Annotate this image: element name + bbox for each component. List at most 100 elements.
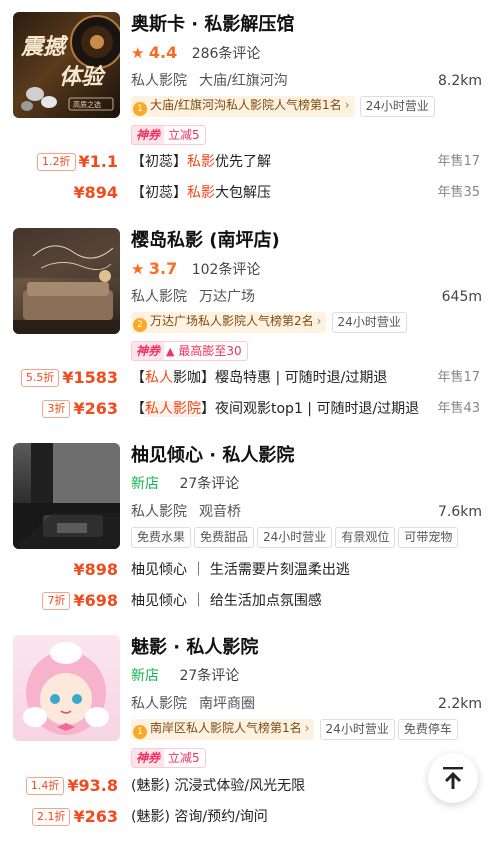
deal-row[interactable]: ¥894 【初蕊】私影大包解压 年售35 [0, 181, 494, 205]
thumb-text-3: 高质之选 [73, 100, 101, 109]
review-count[interactable]: 286条评论 [192, 46, 261, 62]
shop-category: 私人影院 [131, 73, 187, 89]
shop-area: 万达广场 [199, 289, 255, 305]
rank-badge[interactable]: 1 南岸区私人影院人气榜第1名 › [131, 719, 315, 740]
review-count[interactable]: 27条评论 [179, 668, 239, 684]
deal-price: ¥1.1 [78, 152, 118, 171]
discount-badge: 7折 [42, 592, 71, 610]
rating-row: ★ 3.7 102条评论 [131, 258, 260, 280]
deal-row[interactable]: 5.5折 ¥1583 【私人影咖】樱岛特惠 | 可随时退/过期退 年售17 [0, 366, 494, 390]
promo-row: 神券 ▲ 最高膨至30 [131, 341, 248, 361]
thumbnail-art [13, 443, 120, 549]
deal-row[interactable]: 1.4折 ¥93.8 (魅影) 沉浸式体验/风光无限 [0, 774, 494, 798]
thumbnail-art [23, 642, 109, 735]
shop-name[interactable]: 奥斯卡 · 私影解压馆 [131, 12, 482, 38]
promo-row: 神券 立减5 [131, 748, 206, 768]
thumbnail-art [13, 228, 120, 334]
shop-thumbnail[interactable] [13, 228, 120, 334]
review-count[interactable]: 102条评论 [192, 262, 261, 278]
shop-thumbnail[interactable] [13, 635, 120, 741]
shop-area: 观音桥 [199, 504, 241, 520]
rank-badge[interactable]: 1 大庙/红旗河沟私人影院人气榜第1名 › [131, 96, 355, 117]
coupon-badge[interactable]: 神券 立减5 [131, 748, 206, 768]
shop-distance: 645m [441, 289, 482, 305]
rank-text: 大庙/红旗河沟私人影院人气榜第1名 [150, 98, 342, 112]
shop-meta: 私人影院 南坪商圈 2.2km [131, 693, 482, 715]
annual-sales: 年售35 [437, 185, 480, 200]
deal-price: ¥93.8 [67, 776, 118, 795]
shop-tags: 1 大庙/红旗河沟私人影院人气榜第1名 › 24小时营业 [131, 96, 486, 118]
coupon-badge[interactable]: 神券 ▲ 最高膨至30 [131, 341, 248, 361]
deal-price: ¥263 [73, 807, 118, 826]
new-shop-label: 新店 [131, 668, 159, 684]
shop-meta: 私人影院 大庙/红旗河沟 8.2km [131, 70, 482, 92]
review-count[interactable]: 27条评论 [179, 476, 239, 492]
deal-price: ¥898 [73, 560, 118, 579]
deal-row[interactable]: 1.2折 ¥1.1 【初蕊】私影优先了解 年售17 [0, 150, 494, 174]
deal-title: 柚见倾心 ｜ 生活需要片刻温柔出逃 [131, 562, 350, 578]
arrow-up-to-top-icon [443, 767, 463, 789]
deal-title: 【私人影咖】樱岛特惠 | 可随时退/过期退 [131, 370, 388, 386]
medal-icon: 1 [133, 102, 147, 116]
rank-text: 南岸区私人影院人气榜第1名 [150, 721, 302, 735]
medal-icon: 1 [133, 725, 147, 739]
rating-score: 4.4 [148, 43, 178, 62]
deal-row[interactable]: 3折 ¥263 【私人影院】夜间观影top1 | 可随时退/过期退 年售43 [0, 397, 494, 421]
deal-row[interactable]: 7折 ¥698 柚见倾心 ｜ 给生活加点氛围感 [0, 589, 494, 613]
thumb-text-2: 体验 [59, 64, 106, 90]
rating-row: ★ 4.4 286条评论 [131, 42, 260, 64]
feature-tag: 24小时营业 [257, 527, 333, 548]
coupon-value: 立减5 [168, 128, 200, 142]
feature-tag: 可带宠物 [398, 527, 459, 548]
shop-meta: 私人影院 观音桥 7.6km [131, 501, 482, 523]
back-to-top-button[interactable] [428, 753, 478, 803]
feature-tag: 24小时营业 [319, 719, 395, 740]
deal-price: ¥894 [73, 183, 118, 202]
deal-title: 柚见倾心 ｜ 给生活加点氛围感 [131, 593, 322, 609]
deal-title: 【初蕊】私影大包解压 [131, 185, 271, 201]
arrow-up-icon: ▲ [166, 345, 175, 358]
feature-tag: 免费甜品 [194, 527, 255, 548]
promo-row: 神券 立减5 [131, 125, 206, 145]
deal-title: (魅影) 咨询/预约/询问 [131, 809, 268, 825]
feature-tag: 24小时营业 [359, 96, 435, 117]
rating-row: 新店 27条评论 [131, 665, 239, 687]
rank-badge[interactable]: 2 万达广场私人影院人气榜第2名 › [131, 312, 327, 333]
shop-meta: 私人影院 万达广场 645m [131, 286, 482, 308]
feature-tag: 有景观位 [335, 527, 396, 548]
feature-tag: 免费停车 [397, 719, 458, 740]
shop-name[interactable]: 魅影 · 私人影院 [131, 635, 482, 661]
rating-score: 3.7 [148, 259, 178, 278]
deal-title: (魅影) 沉浸式体验/风光无限 [131, 778, 306, 794]
thumb-text-1: 震撼 [20, 34, 69, 60]
deal-row[interactable]: ¥898 柚见倾心 ｜ 生活需要片刻温柔出逃 [0, 558, 494, 582]
discount-badge: 2.1折 [31, 808, 71, 826]
feature-tag: 24小时营业 [331, 312, 407, 333]
deal-title: 【初蕊】私影优先了解 [131, 154, 271, 170]
shop-name[interactable]: 柚见倾心 · 私人影院 [131, 443, 482, 469]
coupon-label: 神券 [132, 342, 165, 360]
shop-category: 私人影院 [131, 696, 187, 712]
shop-thumbnail[interactable]: 震撼 体验 高质之选 [13, 12, 120, 118]
shop-category: 私人影院 [131, 289, 187, 305]
deal-price: ¥698 [73, 591, 118, 610]
discount-badge: 5.5折 [20, 369, 60, 387]
coupon-badge[interactable]: 神券 立减5 [131, 125, 206, 145]
deal-price: ¥1583 [62, 368, 118, 387]
star-icon: ★ [131, 260, 145, 278]
deal-row[interactable]: 2.1折 ¥263 (魅影) 咨询/预约/询问 [0, 805, 494, 829]
shop-category: 私人影院 [131, 504, 187, 520]
rank-text: 万达广场私人影院人气榜第2名 [150, 314, 314, 328]
discount-badge: 1.4折 [25, 777, 65, 795]
shop-name[interactable]: 樱岛私影 (南坪店) [131, 228, 482, 254]
shop-distance: 2.2km [437, 696, 482, 712]
star-icon: ★ [131, 44, 145, 62]
shop-tags: 免费水果 免费甜品 24小时营业 有景观位 可带宠物 [131, 527, 486, 549]
shop-area: 大庙/红旗河沟 [199, 73, 288, 89]
shop-thumbnail[interactable] [13, 443, 120, 549]
annual-sales: 年售17 [437, 370, 480, 385]
coupon-value: 最高膨至30 [178, 344, 242, 358]
deal-price: ¥263 [73, 399, 118, 418]
shop-tags: 2 万达广场私人影院人气榜第2名 › 24小时营业 [131, 312, 486, 334]
shop-area: 南坪商圈 [199, 696, 255, 712]
